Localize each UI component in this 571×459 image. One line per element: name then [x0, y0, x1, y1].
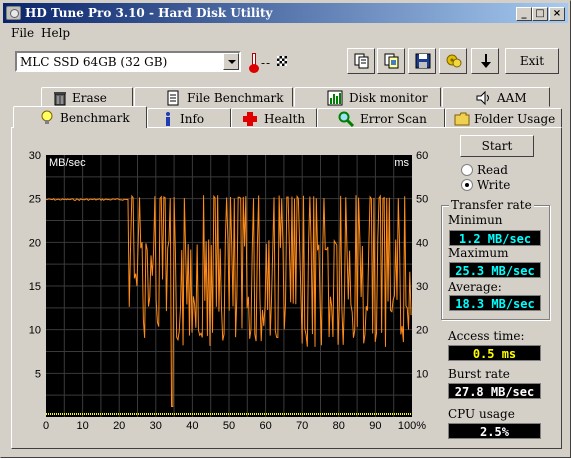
menu-file[interactable]: File [11, 26, 34, 40]
minimum-value: 1.2 MB/sec [449, 230, 541, 246]
app-window: HD Tune Pro 3.10 - Hard Disk Utility _ □… [0, 0, 571, 458]
maximize-button[interactable]: □ [532, 7, 548, 21]
cpu-usage-value: 2.5% [448, 423, 541, 439]
tab-file-benchmark[interactable]: File Benchmark [134, 87, 293, 107]
down-arrow-icon [481, 54, 491, 68]
toolbar: MLC SSD 64GB (32 GB) -- Exit [3, 43, 568, 79]
tab-folder-usage[interactable]: Folder Usage [445, 108, 562, 128]
read-radio-label: Read [477, 163, 508, 177]
options-icon [446, 54, 462, 68]
benchmark-chart-area [46, 155, 412, 417]
copy-icon [354, 53, 369, 69]
tab-erase-label: Erase [72, 91, 107, 105]
tab-info-label: Info [180, 112, 205, 126]
tab-benchmark[interactable]: Benchmark [13, 106, 147, 128]
temperature-value: -- [261, 56, 272, 70]
close-button[interactable]: × [549, 7, 565, 21]
magnifier-icon [338, 111, 354, 127]
chevron-down-icon[interactable] [223, 53, 239, 70]
tab-disk-monitor[interactable]: Disk monitor [294, 87, 441, 107]
title-bar[interactable]: HD Tune Pro 3.10 - Hard Disk Utility _ □… [3, 3, 568, 23]
trash-icon [54, 92, 66, 106]
copy-screenshot-button[interactable] [377, 48, 405, 74]
drive-select[interactable]: MLC SSD 64GB (32 GB) [15, 51, 241, 72]
info-icon [166, 112, 170, 126]
health-cross-icon [243, 112, 257, 126]
drive-select-value: MLC SSD 64GB (32 GB) [20, 55, 168, 69]
window-title: HD Tune Pro 3.10 - Hard Disk Utility [25, 6, 273, 20]
burst-rate-label: Burst rate [448, 367, 510, 381]
transfer-rate-title: Transfer rate [449, 198, 534, 212]
tab-info[interactable]: Info [147, 108, 231, 128]
copy-text-button[interactable] [347, 48, 375, 74]
floppy-disk-icon [415, 53, 431, 69]
tab-folder-usage-label: Folder Usage [474, 112, 556, 126]
speaker-icon [476, 90, 489, 106]
burst-rate-value: 27.8 MB/sec [448, 383, 541, 399]
access-time-value: 0.5 ms [448, 345, 541, 361]
tab-benchmark-label: Benchmark [60, 111, 130, 125]
tab-health[interactable]: Health [231, 108, 317, 128]
maximum-value: 25.3 MB/sec [449, 262, 541, 278]
bar-chart-icon [327, 90, 343, 106]
options-button[interactable] [439, 48, 467, 74]
cpu-usage-label: CPU usage [448, 407, 515, 421]
average-label: Average: [448, 280, 502, 294]
lightbulb-icon [41, 110, 53, 124]
tab-health-label: Health [264, 112, 306, 126]
app-disk-icon [6, 6, 21, 20]
minimum-label: Minimun [448, 213, 503, 227]
tab-disk-monitor-label: Disk monitor [349, 91, 428, 105]
copy-image-icon [384, 53, 399, 69]
menu-help[interactable]: Help [41, 26, 70, 40]
checkered-flag-icon [277, 56, 287, 66]
tab-aam[interactable]: AAM [442, 87, 550, 107]
read-radio[interactable] [461, 164, 473, 176]
start-button[interactable]: Start [460, 135, 534, 157]
menu-bar: File Help [3, 23, 568, 42]
tab-file-benchmark-label: File Benchmark [187, 91, 284, 105]
tab-error-scan[interactable]: Error Scan [317, 108, 445, 128]
folder-icon [454, 112, 470, 126]
exit-button[interactable]: Exit [505, 48, 559, 74]
thermometer-icon [249, 53, 259, 73]
maximum-label: Maximum [448, 246, 509, 260]
write-radio[interactable] [461, 179, 473, 191]
access-time-label: Access time: [448, 329, 525, 343]
tab-error-scan-label: Error Scan [360, 112, 427, 126]
tab-erase[interactable]: Erase [41, 87, 133, 107]
write-radio-label: Write [477, 178, 511, 192]
save-button[interactable] [408, 48, 436, 74]
average-value: 18.3 MB/sec [449, 295, 541, 311]
document-icon [167, 90, 179, 106]
download-button[interactable] [471, 48, 499, 74]
tab-aam-label: AAM [497, 91, 527, 105]
minimize-button[interactable]: _ [516, 7, 532, 21]
